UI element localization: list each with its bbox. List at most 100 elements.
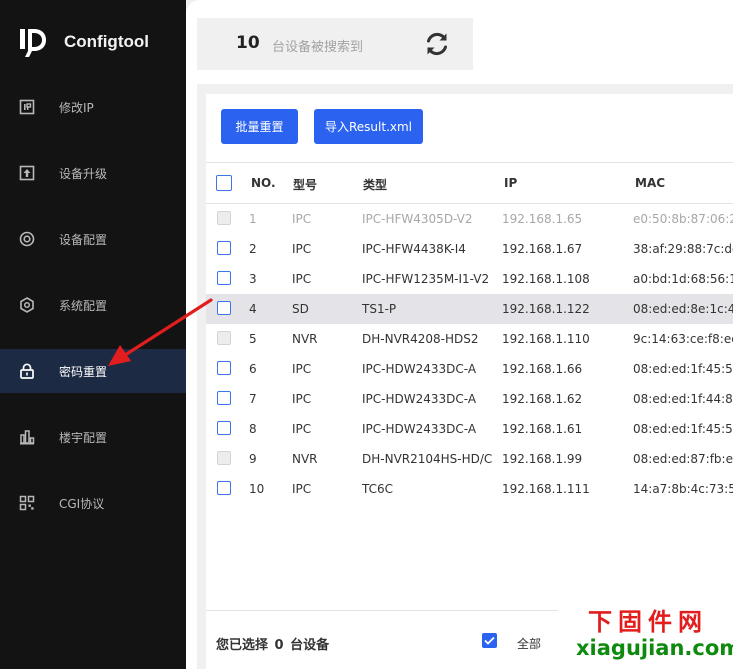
cell-no: 7: [249, 392, 257, 406]
device-count-number: 10: [236, 33, 260, 53]
watermark-title: 下固件网: [588, 608, 708, 636]
cell-ip: 192.168.1.61: [502, 422, 583, 436]
table-row[interactable]: 4 SD TS1-P 192.168.1.122 08:ed:ed:8e:1c:…: [206, 294, 733, 324]
cell-mac: 9c:14:63:ce:f8:ec: [633, 332, 733, 346]
cell-no: 1: [249, 212, 257, 226]
app-logo: Configtool: [18, 26, 149, 58]
cell-type: IPC-HDW2433DC-A: [362, 422, 477, 436]
batch-reset-button[interactable]: 批量重置: [221, 109, 298, 144]
table-row[interactable]: 10 IPC TC6C 192.168.1.111 14:a7:8b:4c:73…: [206, 474, 733, 504]
cell-no: 2: [249, 242, 257, 256]
cell-no: 9: [249, 452, 257, 466]
select-all-checkbox[interactable]: [216, 175, 232, 191]
cell-no: 8: [249, 422, 257, 436]
cell-mac: 08:ed:ed:1f:45:56: [633, 422, 733, 436]
cell-mac: 08:ed:ed:8e:1c:4f: [633, 302, 733, 316]
cell-type: TC6C: [362, 482, 394, 496]
column-header-mac: MAC: [635, 176, 666, 190]
cell-ip: 192.168.1.110: [502, 332, 590, 346]
table-row[interactable]: 1 IPC IPC-HFW4305D-V2 192.168.1.65 e0:50…: [206, 204, 733, 234]
cell-type: IPC-HDW2433DC-A: [362, 362, 477, 376]
device-count-label: 台设备被搜索到: [272, 40, 364, 55]
table-row[interactable]: 9 NVR DH-NVR2104HS-HD/C 192.168.1.99 08:…: [206, 444, 733, 474]
sidebar-item-building-config[interactable]: 楼宇配置: [0, 415, 186, 459]
building-icon: [20, 430, 35, 445]
row-checkbox[interactable]: [217, 361, 231, 375]
row-checkbox: [217, 331, 231, 345]
table-row[interactable]: 5 NVR DH-NVR4208-HDS2 192.168.1.110 9c:1…: [206, 324, 733, 354]
selection-summary: 您已选择 0 台设备: [216, 634, 329, 653]
column-header-ip: IP: [504, 176, 518, 190]
watermark-url: xiagujian.com: [576, 636, 733, 660]
cell-mac: a0:bd:1d:68:56:1b: [633, 272, 733, 286]
selection-count: 0: [274, 638, 284, 653]
sidebar-item-label: 设备配置: [59, 232, 108, 247]
cell-ip: 192.168.1.99: [502, 452, 583, 466]
cell-type: DH-NVR4208-HDS2: [362, 332, 479, 346]
sidebar-item-label: CGI协议: [59, 496, 105, 511]
cell-no: 6: [249, 362, 257, 376]
system-config-icon: [20, 297, 34, 313]
cell-ip: 192.168.1.66: [502, 362, 583, 376]
cell-mac: 08:ed:ed:87:fb:e7: [633, 452, 733, 466]
sidebar-item-cgi-protocol[interactable]: CGI协议: [0, 481, 186, 525]
cell-mac: e0:50:8b:87:06:29: [633, 212, 733, 226]
column-header-type: 类型: [363, 178, 388, 192]
cell-no: 10: [249, 482, 265, 496]
cell-ip: 192.168.1.65: [502, 212, 583, 226]
refresh-icon[interactable]: [423, 30, 451, 58]
cell-model: NVR: [292, 452, 318, 466]
import-result-button[interactable]: 导入Result.xml: [314, 109, 423, 144]
cell-mac: 08:ed:ed:1f:45:55: [633, 362, 733, 376]
ip-icon: [19, 99, 35, 115]
sidebar-item-modify-ip[interactable]: 修改IP: [0, 85, 186, 129]
select-all-label: 全部: [517, 637, 542, 651]
device-config-icon: [19, 231, 35, 247]
row-checkbox[interactable]: [217, 481, 231, 495]
watermark: 下固件网 xiagujian.com: [558, 600, 733, 669]
cell-ip: 192.168.1.111: [502, 482, 590, 496]
cell-mac: 14:a7:8b:4c:73:5a: [633, 482, 733, 496]
cell-model: IPC: [292, 392, 312, 406]
annotation-arrow-icon: [108, 298, 213, 366]
table-row[interactable]: 3 IPC IPC-HFW1235M-I1-V2 192.168.1.108 a…: [206, 264, 733, 294]
sidebar-item-label: 修改IP: [59, 100, 94, 115]
table-row[interactable]: 6 IPC IPC-HDW2433DC-A 192.168.1.66 08:ed…: [206, 354, 733, 384]
cell-model: IPC: [292, 362, 312, 376]
cell-model: IPC: [292, 482, 312, 496]
sidebar-item-device-upgrade[interactable]: 设备升级: [0, 151, 186, 195]
cell-model: NVR: [292, 332, 318, 346]
row-checkbox[interactable]: [217, 391, 231, 405]
cell-no: 3: [249, 272, 257, 286]
cell-type: IPC-HFW4438K-I4: [362, 242, 466, 256]
select-all-footer-checkbox[interactable]: [482, 633, 497, 648]
cell-mac: 08:ed:ed:1f:44:88: [633, 392, 733, 406]
table-row[interactable]: 2 IPC IPC-HFW4438K-I4 192.168.1.67 38:af…: [206, 234, 733, 264]
sidebar-item-device-config[interactable]: 设备配置: [0, 217, 186, 261]
row-checkbox: [217, 451, 231, 465]
selection-prefix: 您已选择: [216, 638, 269, 653]
cell-ip: 192.168.1.62: [502, 392, 583, 406]
cell-mac: 38:af:29:88:7c:dd: [633, 242, 733, 256]
sidebar-item-label: 楼宇配置: [59, 430, 108, 445]
row-checkbox[interactable]: [217, 421, 231, 435]
column-header-no: NO.: [251, 176, 276, 190]
cell-model: IPC: [292, 212, 312, 226]
cell-ip: 192.168.1.108: [502, 272, 590, 286]
cell-ip: 192.168.1.122: [502, 302, 590, 316]
cell-ip: 192.168.1.67: [502, 242, 583, 256]
configtool-logo-icon: [20, 29, 46, 57]
selection-suffix: 台设备: [290, 638, 330, 653]
table-row[interactable]: 7 IPC IPC-HDW2433DC-A 192.168.1.62 08:ed…: [206, 384, 733, 414]
cell-model: IPC: [292, 242, 312, 256]
lock-icon: [20, 363, 34, 379]
cell-type: TS1-P: [362, 302, 397, 316]
cell-no: 5: [249, 332, 257, 346]
cgi-icon: [19, 495, 35, 511]
table-row[interactable]: 8 IPC IPC-HDW2433DC-A 192.168.1.61 08:ed…: [206, 414, 733, 444]
cell-no: 4: [249, 302, 257, 316]
row-checkbox[interactable]: [217, 271, 231, 285]
row-checkbox[interactable]: [217, 241, 231, 255]
row-checkbox[interactable]: [217, 301, 231, 315]
sidebar-item-label: 设备升级: [59, 166, 108, 181]
